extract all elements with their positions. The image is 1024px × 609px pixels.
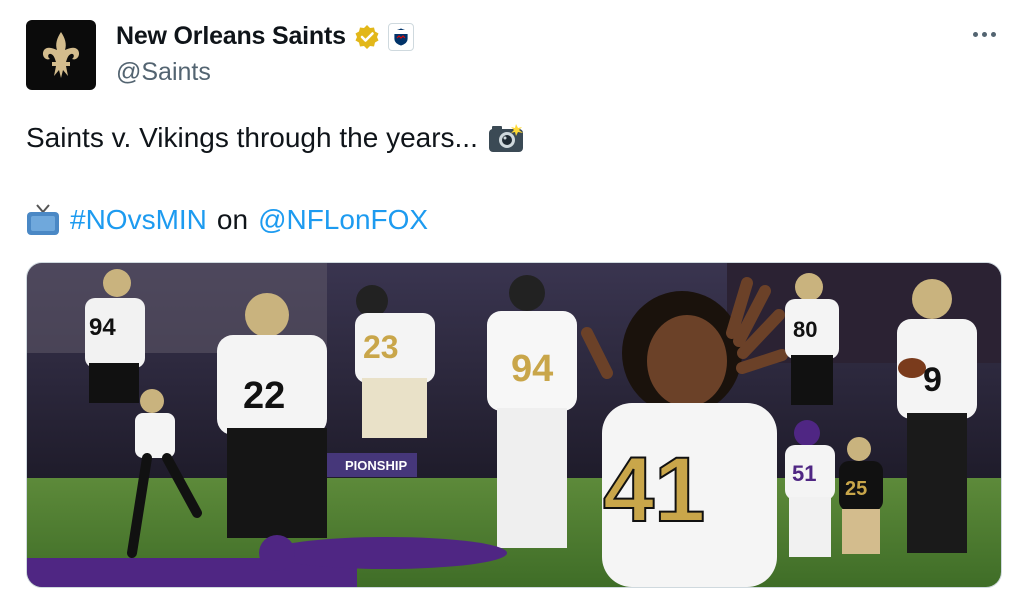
tweet-photo[interactable]: PIONSHIP 94 22 23 94 41 80 9 51 25 bbox=[26, 262, 1002, 588]
player-94-center: 94 bbox=[487, 275, 577, 548]
jersey-number: 23 bbox=[363, 329, 399, 365]
tweet-text: Saints v. Vikings through the years... #… bbox=[26, 118, 526, 240]
author-display-name[interactable]: New Orleans Saints bbox=[116, 22, 346, 51]
profile-avatar[interactable] bbox=[26, 20, 96, 90]
jersey-number: 94 bbox=[89, 314, 116, 341]
dot bbox=[972, 31, 978, 37]
jersey-number: 80 bbox=[793, 317, 817, 342]
tweet-on-word: on bbox=[216, 204, 249, 235]
more-options-icon[interactable] bbox=[968, 22, 1000, 46]
nfl-shield-icon[interactable] bbox=[387, 22, 414, 51]
jersey-number: 51 bbox=[792, 461, 816, 486]
jersey-number: 22 bbox=[243, 375, 285, 417]
jersey-number: 9 bbox=[923, 361, 942, 399]
tweet-line-2: #NOvsMIN on @NFLonFOX bbox=[26, 200, 526, 240]
photo-collage: PIONSHIP 94 22 23 94 41 80 9 51 25 bbox=[27, 263, 1001, 587]
mention-link[interactable]: @NFLonFOX bbox=[258, 200, 428, 240]
player-9: 9 bbox=[897, 279, 977, 553]
jersey-number: 25 bbox=[845, 478, 867, 500]
television-icon bbox=[27, 204, 59, 235]
hashtag-link[interactable]: #NOvsMIN bbox=[70, 200, 207, 240]
author-handle[interactable]: @Saints bbox=[116, 58, 211, 87]
tweet-line-1: Saints v. Vikings through the years... bbox=[26, 118, 526, 158]
dot bbox=[990, 31, 996, 37]
fleur-de-lis-icon bbox=[42, 32, 80, 78]
camera-flash-icon bbox=[488, 124, 523, 152]
banner-text: PIONSHIP bbox=[345, 458, 407, 473]
jersey-number: 41 bbox=[603, 439, 705, 541]
dot bbox=[981, 31, 987, 37]
jersey-number: 94 bbox=[511, 348, 553, 390]
verified-badge-icon bbox=[355, 24, 379, 49]
tweet-text-line1: Saints v. Vikings through the years... bbox=[26, 122, 478, 153]
